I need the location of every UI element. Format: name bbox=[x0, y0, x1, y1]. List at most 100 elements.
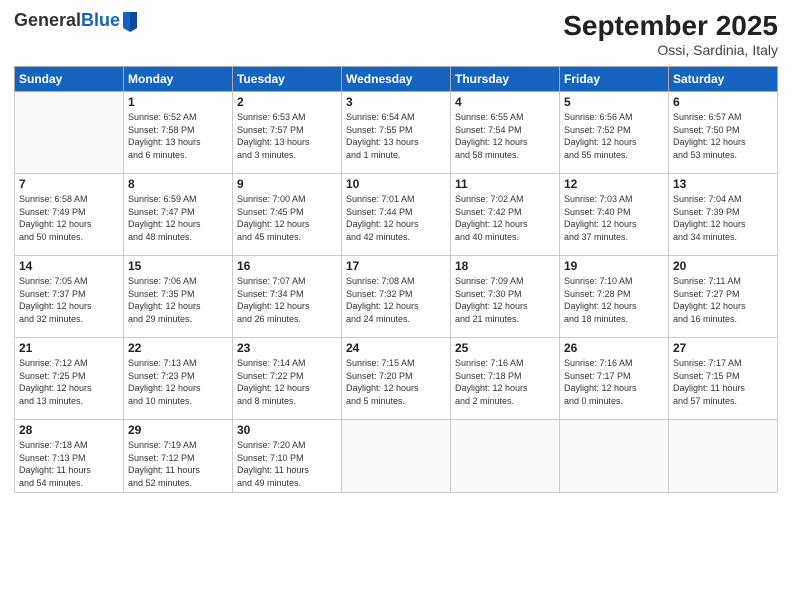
day-number: 26 bbox=[564, 341, 664, 355]
day-number: 11 bbox=[455, 177, 555, 191]
day-info: Sunrise: 7:09 AM Sunset: 7:30 PM Dayligh… bbox=[455, 275, 555, 325]
calendar-cell: 17Sunrise: 7:08 AM Sunset: 7:32 PM Dayli… bbox=[342, 256, 451, 338]
day-number: 4 bbox=[455, 95, 555, 109]
day-info: Sunrise: 7:16 AM Sunset: 7:17 PM Dayligh… bbox=[564, 357, 664, 407]
calendar-cell: 4 Sunrise: 6:55 AM Sunset: 7:54 PM Daylig… bbox=[451, 92, 560, 174]
day-info: Sunrise: 7:03 AM Sunset: 7:40 PM Dayligh… bbox=[564, 193, 664, 243]
calendar-cell: 19Sunrise: 7:10 AM Sunset: 7:28 PM Dayli… bbox=[560, 256, 669, 338]
day-number: 1 bbox=[128, 95, 228, 109]
calendar-cell: 3 Sunrise: 6:54 AM Sunset: 7:55 PM Daylig… bbox=[342, 92, 451, 174]
calendar-cell bbox=[560, 420, 669, 493]
calendar-cell bbox=[342, 420, 451, 493]
day-number: 21 bbox=[19, 341, 119, 355]
calendar-week-row: 28Sunrise: 7:18 AM Sunset: 7:13 PM Dayli… bbox=[15, 420, 778, 493]
day-number: 27 bbox=[673, 341, 773, 355]
day-of-week-header: Thursday bbox=[451, 67, 560, 92]
day-number: 24 bbox=[346, 341, 446, 355]
day-number: 13 bbox=[673, 177, 773, 191]
day-info: Sunrise: 6:58 AM Sunset: 7:49 PM Dayligh… bbox=[19, 193, 119, 243]
day-info: Sunrise: 7:14 AM Sunset: 7:22 PM Dayligh… bbox=[237, 357, 337, 407]
calendar-cell: 29 Sunrise: 7:19 AM Sunset: 7:12 PM Dayli… bbox=[124, 420, 233, 493]
calendar-cell: 10Sunrise: 7:01 AM Sunset: 7:44 PM Dayli… bbox=[342, 174, 451, 256]
calendar-cell: 18Sunrise: 7:09 AM Sunset: 7:30 PM Dayli… bbox=[451, 256, 560, 338]
day-number: 30 bbox=[237, 423, 337, 437]
day-info: Sunrise: 6:57 AM Sunset: 7:50 PM Dayligh… bbox=[673, 111, 773, 161]
day-number: 22 bbox=[128, 341, 228, 355]
day-info: Sunrise: 6:54 AM Sunset: 7:55 PM Dayligh… bbox=[346, 111, 446, 161]
logo: GeneralBlue bbox=[14, 10, 139, 32]
day-info: Sunrise: 6:59 AM Sunset: 7:47 PM Dayligh… bbox=[128, 193, 228, 243]
day-number: 7 bbox=[19, 177, 119, 191]
day-of-week-header: Monday bbox=[124, 67, 233, 92]
calendar-week-row: 1 Sunrise: 6:52 AM Sunset: 7:58 PM Daylig… bbox=[15, 92, 778, 174]
day-number: 3 bbox=[346, 95, 446, 109]
calendar-week-row: 14 Sunrise: 7:05 AM Sunset: 7:37 PM Dayli… bbox=[15, 256, 778, 338]
day-info: Sunrise: 7:15 AM Sunset: 7:20 PM Dayligh… bbox=[346, 357, 446, 407]
calendar-cell: 15 Sunrise: 7:06 AM Sunset: 7:35 PM Dayli… bbox=[124, 256, 233, 338]
day-info: Sunrise: 7:07 AM Sunset: 7:34 PM Dayligh… bbox=[237, 275, 337, 325]
calendar-header-row: SundayMondayTuesdayWednesdayThursdayFrid… bbox=[15, 67, 778, 92]
day-info: Sunrise: 6:52 AM Sunset: 7:58 PM Dayligh… bbox=[128, 111, 228, 161]
logo-general: GeneralBlue bbox=[14, 11, 120, 31]
calendar-cell bbox=[451, 420, 560, 493]
day-number: 29 bbox=[128, 423, 228, 437]
day-of-week-header: Wednesday bbox=[342, 67, 451, 92]
day-number: 8 bbox=[128, 177, 228, 191]
calendar-week-row: 7 Sunrise: 6:58 AM Sunset: 7:49 PM Daylig… bbox=[15, 174, 778, 256]
day-info: Sunrise: 7:00 AM Sunset: 7:45 PM Dayligh… bbox=[237, 193, 337, 243]
day-info: Sunrise: 7:20 AM Sunset: 7:10 PM Dayligh… bbox=[237, 439, 337, 489]
calendar-cell: 27 Sunrise: 7:17 AM Sunset: 7:15 PM Dayli… bbox=[669, 338, 778, 420]
day-number: 23 bbox=[237, 341, 337, 355]
calendar-cell: 16Sunrise: 7:07 AM Sunset: 7:34 PM Dayli… bbox=[233, 256, 342, 338]
day-info: Sunrise: 7:11 AM Sunset: 7:27 PM Dayligh… bbox=[673, 275, 773, 325]
day-info: Sunrise: 7:01 AM Sunset: 7:44 PM Dayligh… bbox=[346, 193, 446, 243]
day-of-week-header: Tuesday bbox=[233, 67, 342, 92]
calendar-cell: 8 Sunrise: 6:59 AM Sunset: 7:47 PM Daylig… bbox=[124, 174, 233, 256]
day-info: Sunrise: 7:06 AM Sunset: 7:35 PM Dayligh… bbox=[128, 275, 228, 325]
day-info: Sunrise: 7:05 AM Sunset: 7:37 PM Dayligh… bbox=[19, 275, 119, 325]
calendar-cell: 22Sunrise: 7:13 AM Sunset: 7:23 PM Dayli… bbox=[124, 338, 233, 420]
calendar-cell: 28Sunrise: 7:18 AM Sunset: 7:13 PM Dayli… bbox=[15, 420, 124, 493]
calendar-cell: 30 Sunrise: 7:20 AM Sunset: 7:10 PM Dayli… bbox=[233, 420, 342, 493]
calendar-cell bbox=[15, 92, 124, 174]
calendar-cell bbox=[669, 420, 778, 493]
day-info: Sunrise: 7:12 AM Sunset: 7:25 PM Dayligh… bbox=[19, 357, 119, 407]
calendar-cell: 25Sunrise: 7:16 AM Sunset: 7:18 PM Dayli… bbox=[451, 338, 560, 420]
day-number: 19 bbox=[564, 259, 664, 273]
location: Ossi, Sardinia, Italy bbox=[563, 42, 778, 58]
day-info: Sunrise: 7:08 AM Sunset: 7:32 PM Dayligh… bbox=[346, 275, 446, 325]
calendar-table: SundayMondayTuesdayWednesdayThursdayFrid… bbox=[14, 66, 778, 493]
day-info: Sunrise: 7:02 AM Sunset: 7:42 PM Dayligh… bbox=[455, 193, 555, 243]
day-number: 14 bbox=[19, 259, 119, 273]
day-info: Sunrise: 7:04 AM Sunset: 7:39 PM Dayligh… bbox=[673, 193, 773, 243]
calendar-cell: 12 Sunrise: 7:03 AM Sunset: 7:40 PM Dayli… bbox=[560, 174, 669, 256]
day-number: 20 bbox=[673, 259, 773, 273]
calendar-week-row: 21 Sunrise: 7:12 AM Sunset: 7:25 PM Dayli… bbox=[15, 338, 778, 420]
page: GeneralBlue September 2025 Ossi, Sardini… bbox=[0, 0, 792, 612]
calendar-body: 1 Sunrise: 6:52 AM Sunset: 7:58 PM Daylig… bbox=[15, 92, 778, 493]
day-info: Sunrise: 7:17 AM Sunset: 7:15 PM Dayligh… bbox=[673, 357, 773, 407]
day-number: 28 bbox=[19, 423, 119, 437]
calendar-cell: 26 Sunrise: 7:16 AM Sunset: 7:17 PM Dayli… bbox=[560, 338, 669, 420]
day-number: 12 bbox=[564, 177, 664, 191]
day-number: 9 bbox=[237, 177, 337, 191]
logo-icon bbox=[121, 10, 139, 32]
day-of-week-header: Friday bbox=[560, 67, 669, 92]
day-of-week-header: Saturday bbox=[669, 67, 778, 92]
title-area: September 2025 Ossi, Sardinia, Italy bbox=[563, 10, 778, 58]
calendar-cell: 7 Sunrise: 6:58 AM Sunset: 7:49 PM Daylig… bbox=[15, 174, 124, 256]
day-number: 15 bbox=[128, 259, 228, 273]
calendar-cell: 5Sunrise: 6:56 AM Sunset: 7:52 PM Daylig… bbox=[560, 92, 669, 174]
day-info: Sunrise: 7:19 AM Sunset: 7:12 PM Dayligh… bbox=[128, 439, 228, 489]
calendar-cell: 2 Sunrise: 6:53 AM Sunset: 7:57 PM Daylig… bbox=[233, 92, 342, 174]
calendar-cell: 9 Sunrise: 7:00 AM Sunset: 7:45 PM Daylig… bbox=[233, 174, 342, 256]
day-info: Sunrise: 6:55 AM Sunset: 7:54 PM Dayligh… bbox=[455, 111, 555, 161]
day-number: 6 bbox=[673, 95, 773, 109]
calendar-cell: 1 Sunrise: 6:52 AM Sunset: 7:58 PM Daylig… bbox=[124, 92, 233, 174]
day-info: Sunrise: 6:56 AM Sunset: 7:52 PM Dayligh… bbox=[564, 111, 664, 161]
day-info: Sunrise: 6:53 AM Sunset: 7:57 PM Dayligh… bbox=[237, 111, 337, 161]
calendar-cell: 23 Sunrise: 7:14 AM Sunset: 7:22 PM Dayli… bbox=[233, 338, 342, 420]
day-number: 25 bbox=[455, 341, 555, 355]
day-number: 2 bbox=[237, 95, 337, 109]
calendar-cell: 24 Sunrise: 7:15 AM Sunset: 7:20 PM Dayli… bbox=[342, 338, 451, 420]
